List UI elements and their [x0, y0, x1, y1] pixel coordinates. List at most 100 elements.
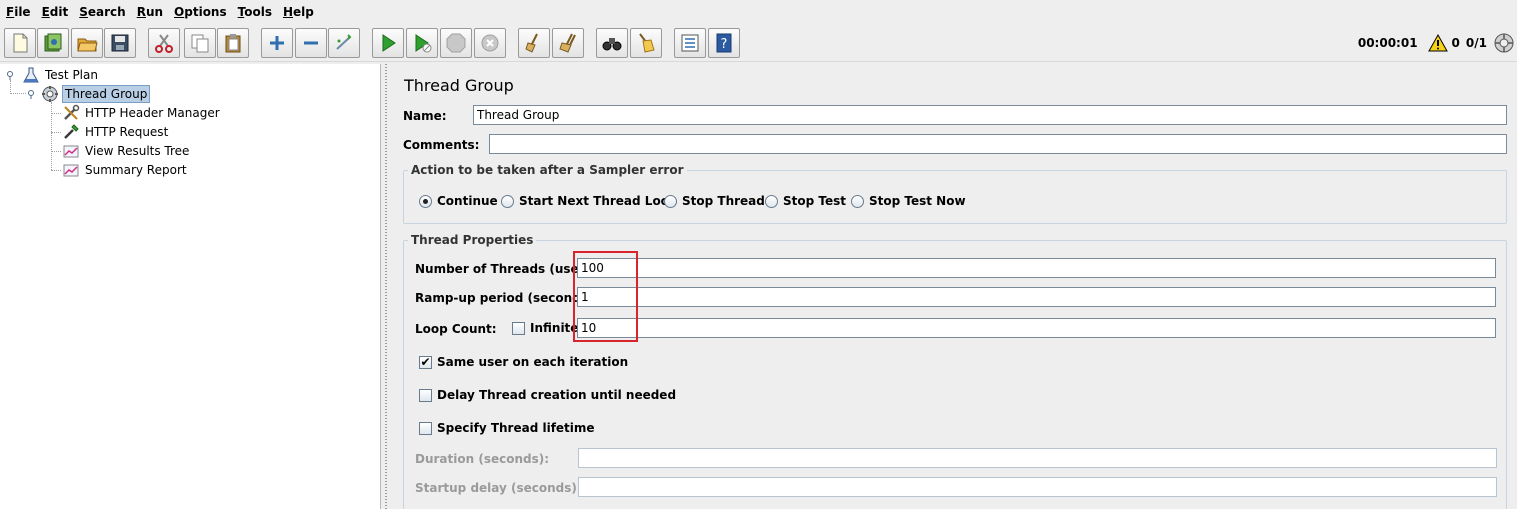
radio-stop-test[interactable]: Stop Test	[765, 194, 846, 208]
loop-count-input[interactable]	[577, 318, 1496, 338]
split-pane-divider[interactable]	[382, 64, 390, 509]
specify-thread-lifetime-checkbox[interactable]: Specify Thread lifetime	[419, 421, 595, 435]
start-no-pauses-button[interactable]	[406, 28, 438, 58]
radio-start-next-thread-loop[interactable]: Start Next Thread Loop	[501, 194, 678, 208]
delay-thread-creation-checkbox[interactable]: Delay Thread creation until needed	[419, 388, 676, 402]
num-threads-input[interactable]	[577, 258, 1496, 278]
templates-icon	[44, 33, 62, 52]
tree-line	[51, 113, 61, 114]
new-file-icon	[13, 33, 28, 53]
collapse-handle-icon[interactable]	[26, 89, 36, 99]
pipette-icon	[64, 124, 79, 139]
thread-group-gear-icon	[42, 86, 58, 102]
play-icon	[382, 34, 396, 52]
shutdown-button[interactable]	[474, 28, 506, 58]
warning-count: 0	[1451, 36, 1460, 50]
graph-listener-icon	[63, 164, 79, 177]
checkbox-indicator	[419, 388, 432, 402]
help-button[interactable]: ?	[708, 28, 740, 58]
new-button[interactable]	[4, 28, 36, 58]
collapse-handle-icon[interactable]	[5, 70, 15, 80]
tree-node-thread-group[interactable]: Thread Group	[41, 85, 151, 103]
function-helper-button[interactable]	[674, 28, 706, 58]
warning-icon[interactable]	[1427, 34, 1448, 52]
test-plan-flask-icon	[23, 67, 39, 83]
same-user-checkbox[interactable]: ✔ Same user on each iteration	[419, 355, 628, 369]
menu-file[interactable]: File	[6, 5, 31, 19]
menu-tools[interactable]: Tools	[238, 5, 272, 19]
list-icon	[681, 34, 699, 52]
save-button[interactable]	[104, 28, 136, 58]
shutdown-icon	[481, 34, 499, 52]
templates-button[interactable]	[37, 28, 69, 58]
stop-button[interactable]	[440, 28, 472, 58]
name-input[interactable]	[473, 105, 1507, 125]
copy-button[interactable]	[184, 28, 216, 58]
minus-icon	[304, 41, 318, 45]
scissors-icon	[155, 34, 173, 53]
stop-icon	[446, 33, 466, 53]
search-button[interactable]	[596, 28, 628, 58]
radio-indicator	[419, 194, 432, 208]
loop-count-label: Loop Count:	[415, 322, 497, 336]
menu-bar: File Edit Search Run Options Tools Help	[0, 0, 1517, 24]
checkmark-icon: ✔	[419, 354, 432, 369]
svg-text:?: ?	[721, 37, 728, 52]
radio-stop-test-now[interactable]: Stop Test Now	[851, 194, 966, 208]
paste-button[interactable]	[217, 28, 249, 58]
clear-button[interactable]	[518, 28, 550, 58]
infinite-checkbox[interactable]: Infinite	[512, 321, 578, 335]
save-disk-icon	[111, 34, 129, 52]
start-button[interactable]	[372, 28, 404, 58]
collapse-all-button[interactable]	[295, 28, 327, 58]
broom-all-icon	[559, 33, 576, 53]
wrench-tools-icon	[64, 104, 80, 120]
thread-properties-legend: Thread Properties	[408, 233, 537, 247]
rampup-input[interactable]	[577, 287, 1496, 307]
cut-button[interactable]	[148, 28, 180, 58]
menu-edit[interactable]: Edit	[42, 5, 69, 19]
reset-search-button[interactable]	[630, 28, 662, 58]
radio-indicator	[664, 194, 677, 208]
tree-line	[10, 80, 11, 94]
reset-search-broom-icon	[639, 33, 655, 53]
broom-icon	[525, 33, 538, 53]
checkbox-indicator	[512, 321, 525, 335]
test-plan-tree: Test Plan Thread Group HTTP Header Manag…	[0, 64, 381, 509]
thread-group-panel: Thread Group Name: Comments: Action to b…	[391, 64, 1517, 509]
tree-node-test-plan[interactable]: Test Plan	[22, 66, 100, 84]
tree-node-summary-report[interactable]: Summary Report	[62, 161, 189, 179]
duration-input[interactable]	[578, 448, 1497, 468]
elapsed-time: 00:00:01	[1357, 36, 1418, 50]
menu-help[interactable]: Help	[283, 5, 314, 19]
remote-status-icon[interactable]	[1493, 32, 1515, 54]
tree-node-http-header-manager[interactable]: HTTP Header Manager	[62, 104, 222, 122]
tree-node-http-request[interactable]: HTTP Request	[62, 123, 170, 141]
menu-search[interactable]: Search	[79, 5, 125, 19]
play-no-pause-icon	[415, 34, 432, 53]
startup-delay-label: Startup delay (seconds):	[415, 481, 582, 495]
toggle-wand-icon	[336, 34, 352, 50]
graph-listener-icon	[63, 145, 79, 158]
radio-stop-thread[interactable]: Stop Thread	[664, 194, 765, 208]
radio-indicator	[501, 194, 514, 208]
menu-options[interactable]: Options	[174, 5, 227, 19]
status-area: 00:00:01 0 0/1	[1358, 24, 1517, 62]
duration-label: Duration (seconds):	[415, 452, 550, 466]
plus-icon	[270, 36, 284, 50]
tree-line	[10, 93, 26, 94]
comments-label: Comments:	[403, 138, 480, 152]
toggle-button[interactable]	[328, 28, 360, 58]
open-button[interactable]	[71, 28, 103, 58]
sampler-error-legend: Action to be taken after a Sampler error	[408, 163, 687, 177]
panel-title: Thread Group	[404, 76, 514, 95]
expand-all-button[interactable]	[261, 28, 293, 58]
comments-input[interactable]	[489, 134, 1507, 154]
radio-continue[interactable]: Continue	[419, 194, 498, 208]
menu-run[interactable]: Run	[137, 5, 163, 19]
startup-delay-input[interactable]	[578, 477, 1497, 497]
clear-all-button[interactable]	[552, 28, 584, 58]
highlight-annotation-box	[573, 251, 638, 342]
tree-node-view-results-tree[interactable]: View Results Tree	[62, 142, 191, 160]
thread-properties-group	[403, 240, 1507, 509]
